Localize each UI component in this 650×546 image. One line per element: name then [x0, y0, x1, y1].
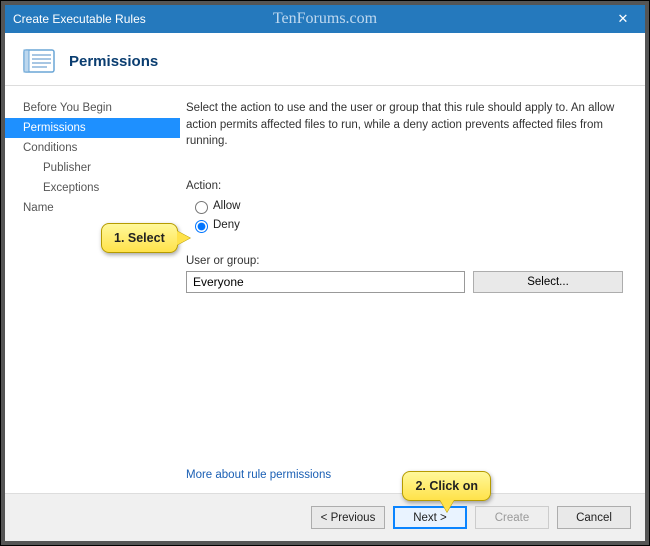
window-title: Create Executable Rules: [5, 12, 146, 26]
sidebar-item-before-you-begin[interactable]: Before You Begin: [5, 98, 180, 118]
more-about-link[interactable]: More about rule permissions: [186, 469, 331, 481]
radio-deny-row[interactable]: Deny: [190, 217, 623, 233]
wizard-steps-sidebar: Before You Begin Permissions Conditions …: [5, 86, 180, 493]
page-header: Permissions: [5, 33, 645, 86]
sidebar-item-name[interactable]: Name: [5, 198, 180, 218]
radio-allow[interactable]: [195, 201, 208, 214]
previous-button[interactable]: < Previous: [311, 506, 385, 529]
annotation-step2: 2. Click on: [402, 471, 491, 501]
titlebar: Create Executable Rules TenForums.com ✕: [5, 5, 645, 33]
annotation-step1: 1. Select: [101, 223, 178, 253]
page-title: Permissions: [69, 53, 158, 70]
sidebar-item-conditions[interactable]: Conditions: [5, 138, 180, 158]
description-text: Select the action to use and the user or…: [186, 100, 623, 150]
radio-deny[interactable]: [195, 220, 208, 233]
permissions-icon: [23, 47, 55, 75]
content-panel: Select the action to use and the user or…: [180, 86, 645, 493]
create-button: Create: [475, 506, 549, 529]
watermark-text: TenForums.com: [273, 10, 377, 28]
sidebar-item-publisher[interactable]: Publisher: [5, 158, 180, 178]
cancel-button[interactable]: Cancel: [557, 506, 631, 529]
wizard-window: Create Executable Rules TenForums.com ✕ …: [5, 5, 645, 541]
sidebar-item-exceptions[interactable]: Exceptions: [5, 178, 180, 198]
next-button[interactable]: Next >: [393, 506, 467, 529]
sidebar-item-permissions[interactable]: Permissions: [5, 118, 180, 138]
radio-allow-row[interactable]: Allow: [190, 198, 623, 214]
select-user-button[interactable]: Select...: [473, 271, 623, 293]
user-group-label: User or group:: [186, 255, 623, 267]
radio-allow-label: Allow: [213, 200, 240, 212]
radio-deny-label: Deny: [213, 219, 240, 231]
action-label: Action:: [186, 180, 623, 192]
user-group-input[interactable]: [186, 271, 465, 293]
close-icon: ✕: [618, 11, 629, 27]
footer-button-bar: < Previous Next > Create Cancel: [5, 493, 645, 541]
close-button[interactable]: ✕: [601, 5, 645, 33]
